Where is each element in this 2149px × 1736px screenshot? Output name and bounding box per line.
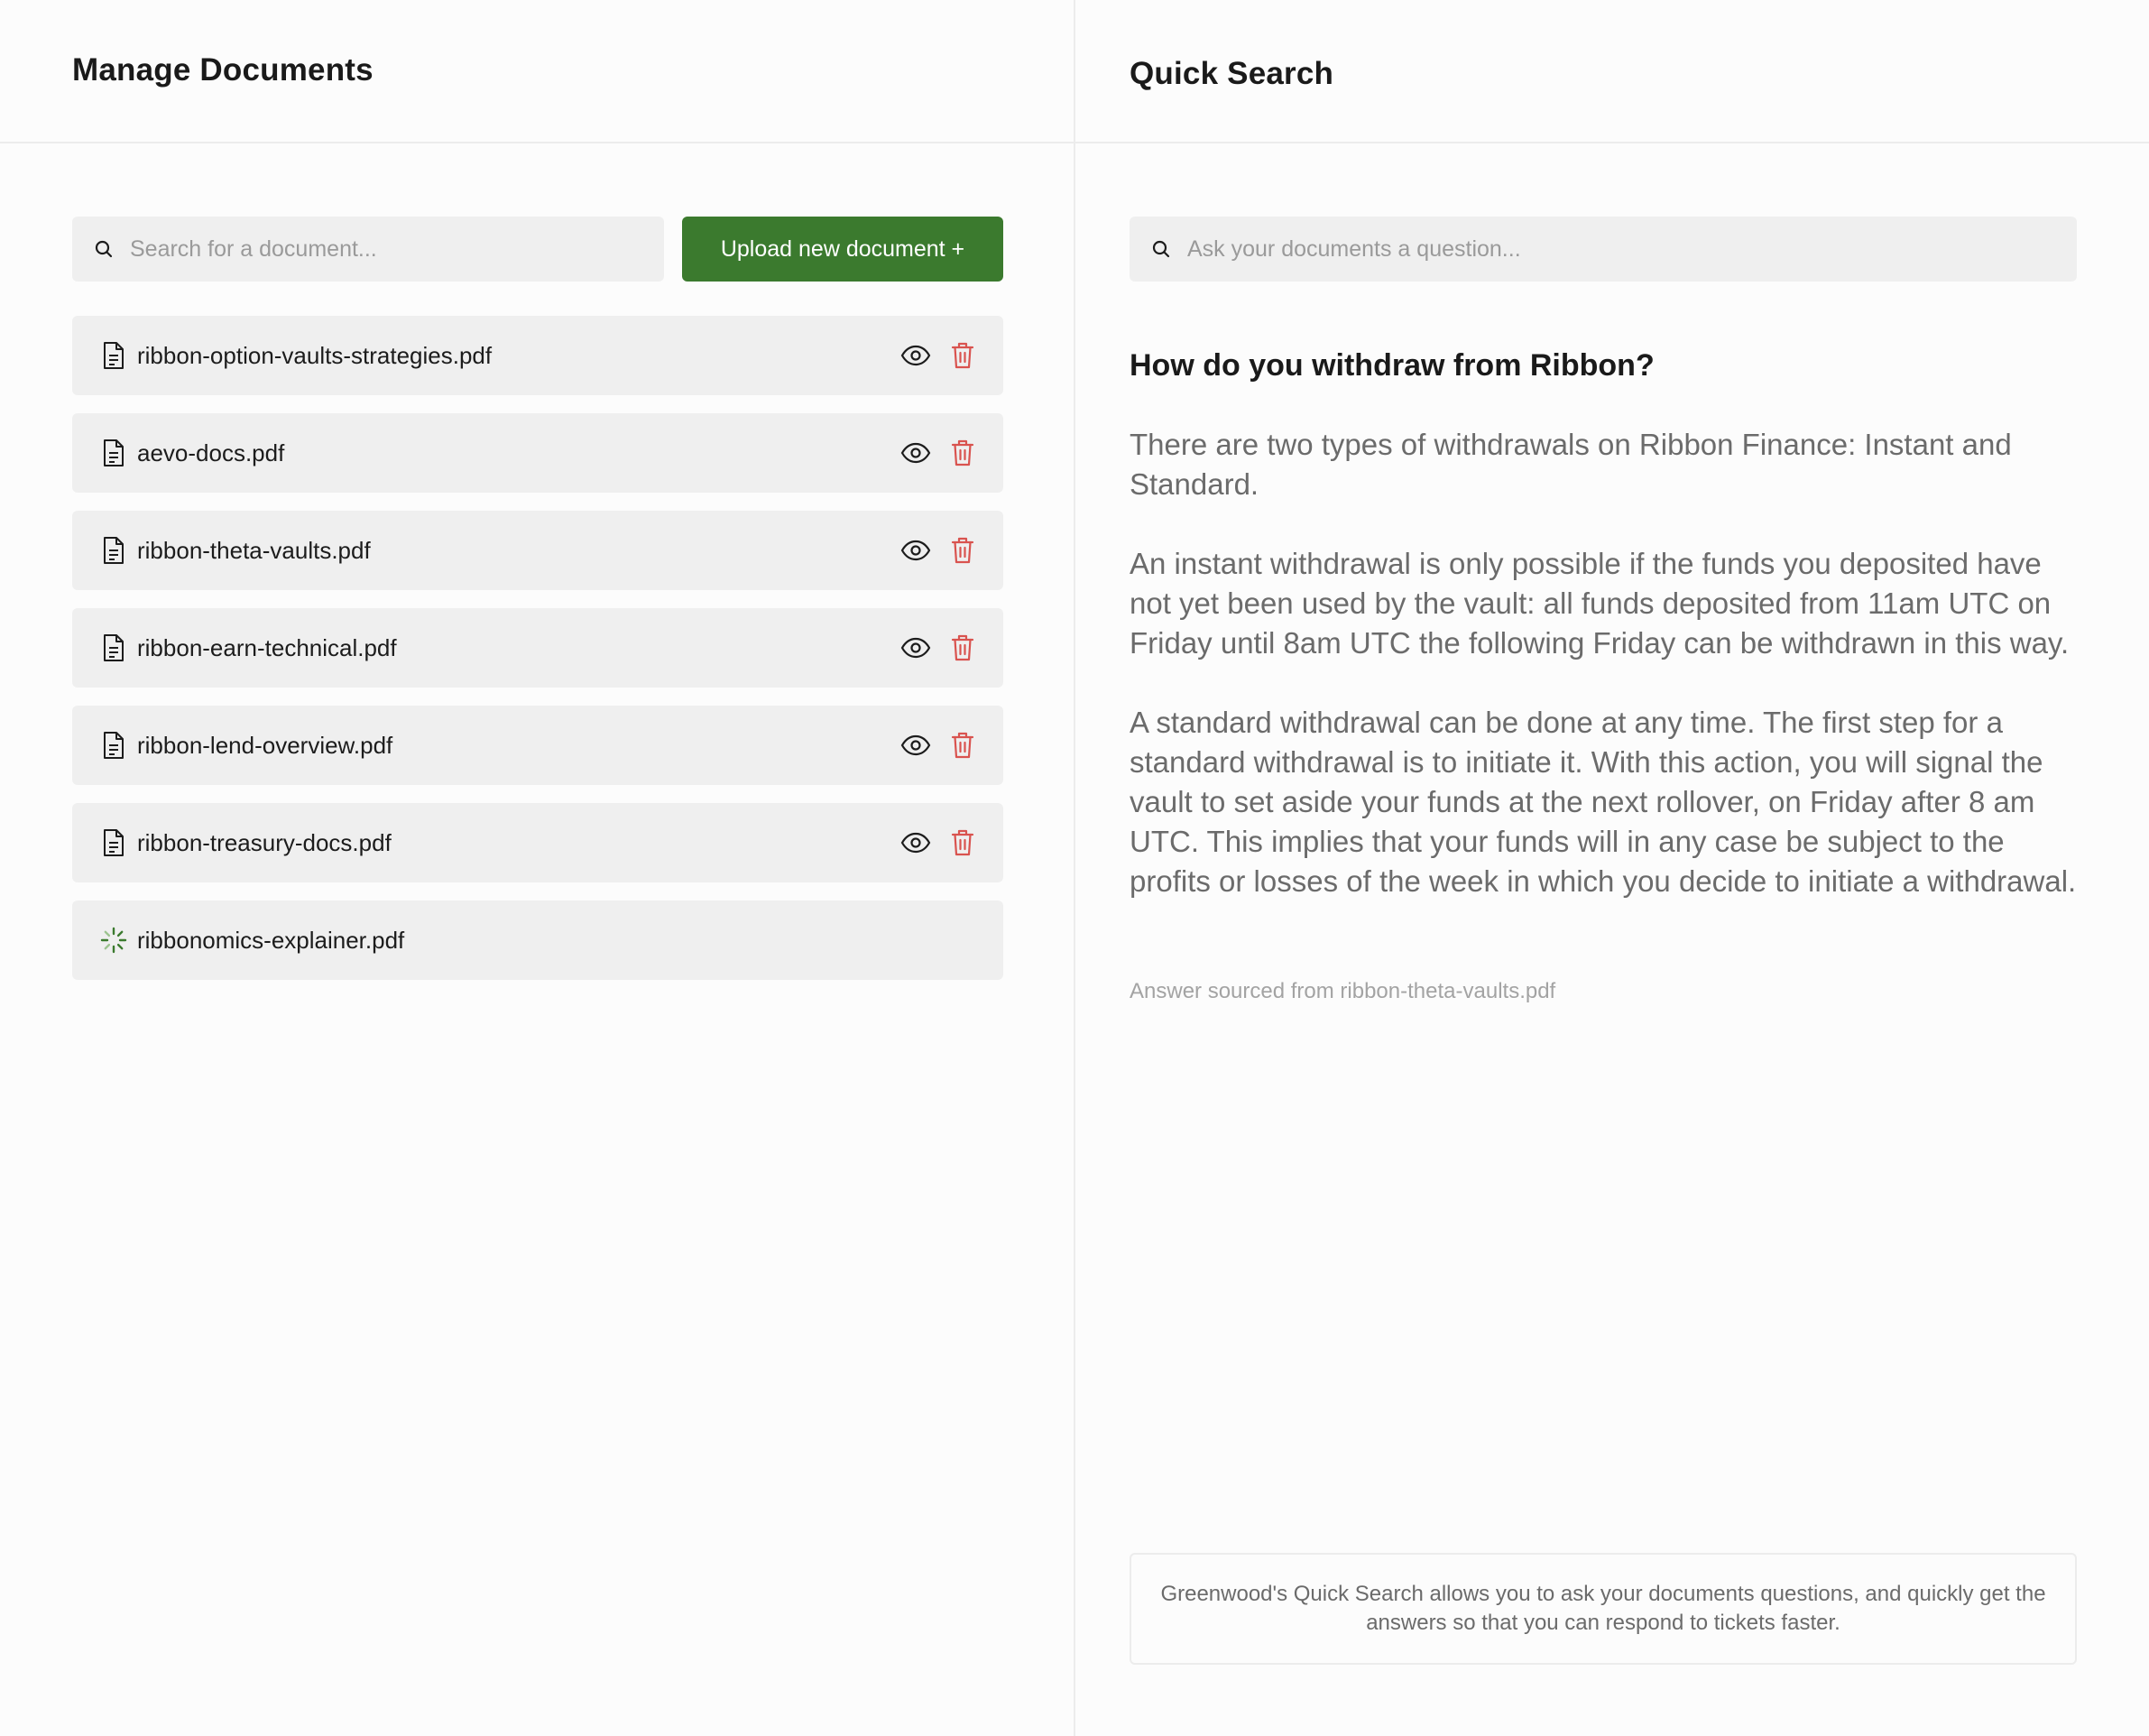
file-text-icon [99, 534, 128, 567]
document-name: ribbonomics-explainer.pdf [137, 926, 405, 954]
document-actions [900, 608, 978, 688]
trash-icon[interactable] [947, 438, 978, 468]
file-text-icon [99, 826, 128, 859]
question-search-input[interactable] [1187, 217, 2077, 282]
question-heading: How do you withdraw from Ribbon? [1130, 348, 1655, 383]
document-name: ribbon-lend-overview.pdf [137, 731, 393, 759]
document-row[interactable]: ribbon-earn-technical.pdf [72, 608, 1003, 688]
document-row[interactable]: ribbon-lend-overview.pdf [72, 706, 1003, 785]
quick-search-title: Quick Search [1130, 56, 1334, 91]
file-text-icon [99, 729, 128, 762]
document-row[interactable]: aevo-docs.pdf [72, 413, 1003, 493]
trash-icon[interactable] [947, 730, 978, 761]
trash-icon[interactable] [947, 633, 978, 663]
info-text: Greenwood's Quick Search allows you to a… [1160, 1582, 2046, 1635]
trash-icon[interactable] [947, 827, 978, 858]
document-name: ribbon-theta-vaults.pdf [137, 536, 371, 564]
document-name: ribbon-option-vaults-strategies.pdf [137, 341, 493, 369]
app-root: Manage Documents Upload new document + r… [0, 0, 2149, 1736]
answer-paragraph: A standard withdrawal can be done at any… [1130, 706, 2077, 898]
eye-icon[interactable] [900, 730, 931, 761]
question-search-box[interactable] [1130, 217, 2077, 282]
manage-documents-title: Manage Documents [72, 52, 374, 88]
document-row-loading[interactable]: ribbonomics-explainer.pdf [72, 900, 1003, 980]
search-icon [90, 235, 117, 263]
document-name: aevo-docs.pdf [137, 439, 285, 466]
trash-icon[interactable] [947, 340, 978, 371]
document-row[interactable]: ribbon-theta-vaults.pdf [72, 511, 1003, 590]
eye-icon[interactable] [900, 827, 931, 858]
eye-icon[interactable] [900, 438, 931, 468]
document-row[interactable]: ribbon-treasury-docs.pdf [72, 803, 1003, 882]
upload-document-button[interactable]: Upload new document + [682, 217, 1003, 282]
eye-icon[interactable] [900, 340, 931, 371]
document-list: ribbon-option-vaults-strategies.pdf aevo… [72, 316, 1003, 998]
file-text-icon [99, 632, 128, 664]
panel-divider [1074, 0, 1075, 1736]
document-search-input[interactable] [130, 217, 664, 282]
document-name: ribbon-earn-technical.pdf [137, 633, 397, 661]
document-actions [900, 511, 978, 590]
answer-paragraph: An instant withdrawal is only possible i… [1130, 547, 2070, 660]
file-text-icon [99, 437, 128, 469]
file-text-icon [99, 339, 128, 372]
trash-icon[interactable] [947, 535, 978, 566]
header-divider [0, 142, 2149, 143]
info-box: Greenwood's Quick Search allows you to a… [1130, 1553, 2077, 1665]
document-actions [900, 803, 978, 882]
eye-icon[interactable] [900, 535, 931, 566]
answer-paragraph: There are two types of withdrawals on Ri… [1130, 428, 2012, 501]
answer-source: Answer sourced from ribbon-theta-vaults.… [1130, 979, 1556, 1003]
document-search-box[interactable] [72, 217, 664, 282]
spinner-icon [99, 924, 128, 956]
document-actions [900, 413, 978, 493]
eye-icon[interactable] [900, 633, 931, 663]
document-actions [900, 316, 978, 395]
document-name: ribbon-treasury-docs.pdf [137, 828, 392, 856]
document-row[interactable]: ribbon-option-vaults-strategies.pdf [72, 316, 1003, 395]
search-icon [1148, 235, 1175, 263]
document-actions [900, 706, 978, 785]
